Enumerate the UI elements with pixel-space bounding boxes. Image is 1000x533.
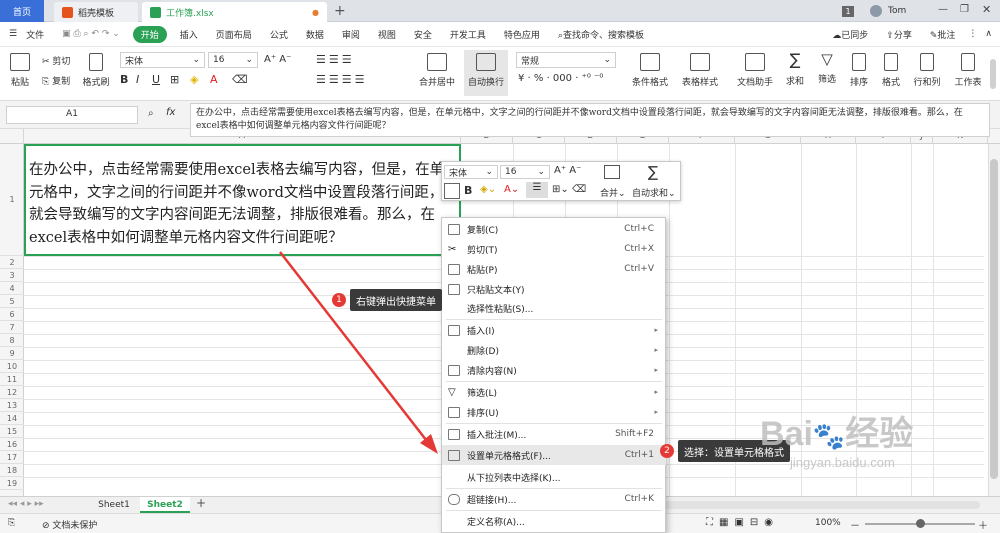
watermark-bai: Bai (760, 415, 813, 453)
paw-icon: 🐾 (812, 421, 846, 451)
callout-right-click: 右键弹出快捷菜单 (350, 289, 442, 311)
baidu-watermark: Bai🐾经验 jingyan.baidu.com (760, 415, 913, 470)
arrow-line (279, 251, 431, 446)
step-badge-1: 1 (332, 293, 346, 307)
watermark-url: jingyan.baidu.com (790, 455, 895, 470)
step-badge-2: 2 (660, 444, 674, 458)
watermark-jingyan: 经验 (845, 415, 914, 453)
